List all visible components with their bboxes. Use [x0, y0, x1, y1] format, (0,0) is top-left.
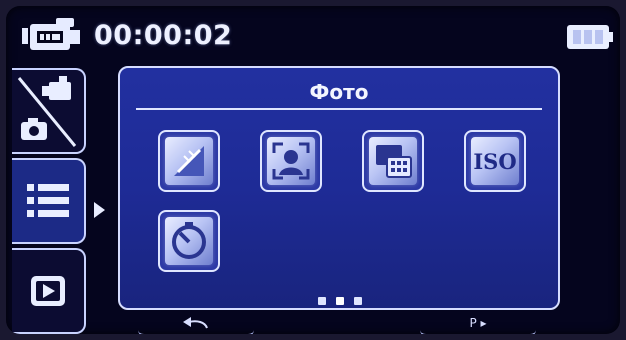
menu-item-self-timer[interactable]	[158, 210, 220, 272]
page-dot	[354, 297, 363, 305]
camera-video-mode-icon	[17, 76, 77, 147]
return-arrow-icon	[183, 317, 208, 329]
camera-screen: 00:00:02 Фото ISO P ▸	[6, 6, 620, 334]
iso-icon: ISO	[473, 148, 517, 174]
battery-full-icon	[567, 25, 613, 49]
playback-icon	[31, 276, 65, 306]
frame-size-icon	[376, 145, 412, 178]
mode-sidebar	[12, 68, 88, 334]
page-next-icon: P ▸	[469, 316, 487, 330]
back-soft-key[interactable]	[138, 312, 254, 334]
menu-title: Фото	[309, 80, 369, 104]
face-detect-icon	[272, 142, 310, 180]
page-dot	[318, 297, 326, 305]
menu-item-resolution[interactable]	[158, 130, 220, 192]
page-dot	[336, 297, 345, 305]
title-divider	[136, 108, 542, 110]
sidebar-item-menu[interactable]	[12, 158, 86, 244]
sidebar-item-mode-switch[interactable]	[12, 68, 86, 154]
selected-tab-pointer	[94, 202, 105, 218]
photo-menu-panel: Фото ISO	[118, 66, 560, 310]
menu-item-face-detect[interactable]	[260, 130, 322, 192]
self-timer-icon	[172, 222, 206, 259]
next-page-soft-key[interactable]: P ▸	[420, 312, 536, 334]
menu-list-icon	[27, 184, 69, 217]
menu-item-iso[interactable]: ISO	[464, 130, 526, 192]
sidebar-item-playback[interactable]	[12, 248, 86, 334]
resolution-icon	[174, 146, 204, 176]
recording-timecode: 00:00:02	[94, 20, 233, 51]
status-bar: 00:00:02	[6, 6, 620, 62]
menu-item-frame-size[interactable]	[362, 130, 424, 192]
page-indicator	[318, 290, 367, 309]
video-camera-icon	[22, 18, 80, 50]
